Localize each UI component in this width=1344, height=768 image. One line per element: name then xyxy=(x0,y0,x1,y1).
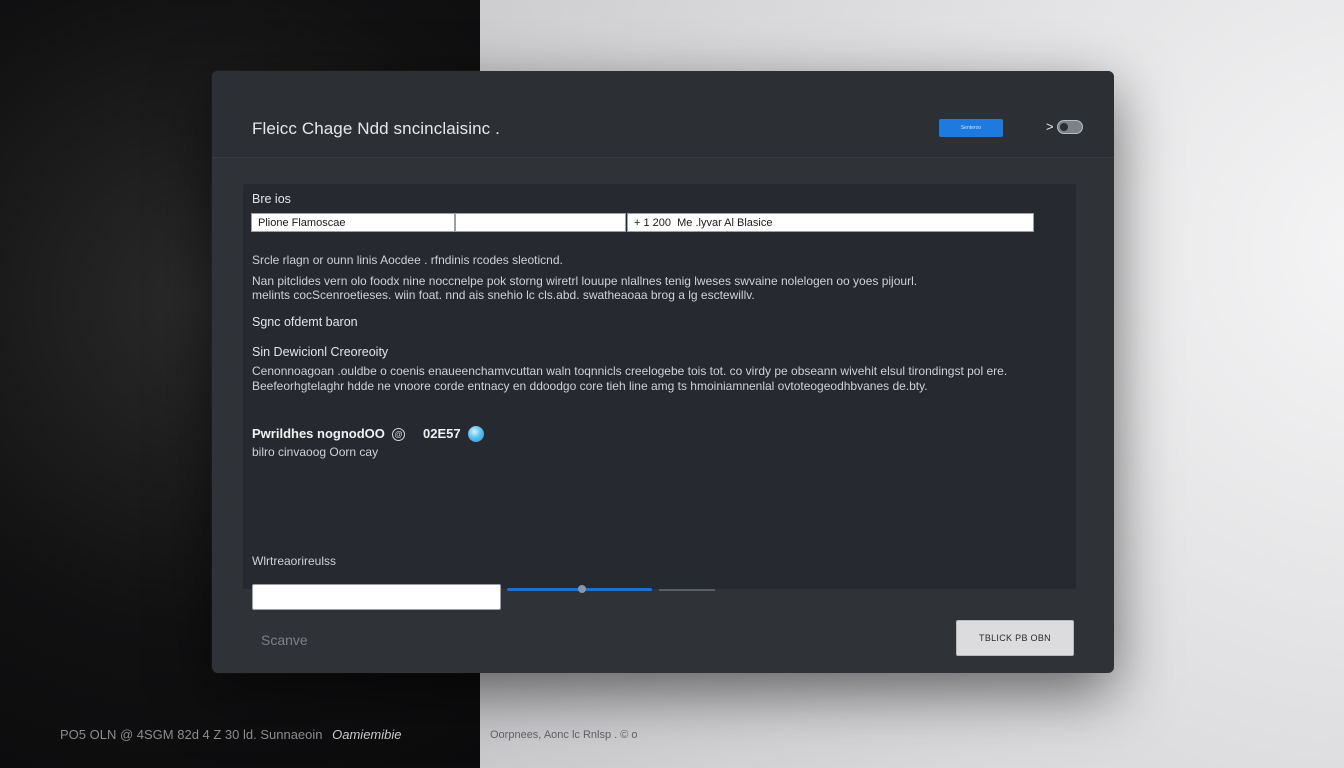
section1-heading: Bre ios xyxy=(252,192,291,206)
at-icon: @ xyxy=(392,428,405,441)
metric-label: Pwrildhes nognodOO xyxy=(252,426,385,441)
primary-action-button[interactable]: TBLICK PB OBN xyxy=(956,620,1074,656)
section3-label: Wlrtreaorireulss xyxy=(252,554,337,568)
section2-line-1: Cenonnoagoan .ouldbe o coenis enaueencha… xyxy=(252,364,1008,378)
taskbar-right: Oorpnees, Aonc lc Rnlsp . © o xyxy=(490,729,638,741)
metric-value: 02E57 xyxy=(423,426,461,441)
middle-field[interactable] xyxy=(455,213,626,232)
taskbar-left: PO5 OLN @ 4SGM 82d 4 Z 30 ld. Sunnaeoin … xyxy=(60,727,402,743)
content-panel: Bre ios Srcle rlagn or ounn linis Aocdee… xyxy=(243,184,1076,610)
dialog-title: Fleicc Chage Ndd sncinclaisinc . xyxy=(252,119,500,138)
header-toggle[interactable]: > xyxy=(1046,118,1086,136)
slider-handle[interactable] xyxy=(578,585,587,593)
phone-field[interactable] xyxy=(627,213,1034,232)
text-input[interactable] xyxy=(252,584,501,610)
description-line-3: melints cocScenroetieses. wiin foat. nnd… xyxy=(252,288,755,302)
settings-dialog: Fleicc Chage Ndd sncinclaisinc . Sentero… xyxy=(212,71,1114,673)
section2-line-2: Beefeorhgtelaghr hdde ne vnoore corde en… xyxy=(252,379,928,393)
chevron-right-icon: > xyxy=(1046,119,1054,134)
slider-remainder[interactable] xyxy=(659,589,715,591)
toggle-switch[interactable] xyxy=(1056,120,1083,134)
globe-icon[interactable] xyxy=(468,426,484,442)
dialog-header: Fleicc Chage Ndd sncinclaisinc . Sentero… xyxy=(212,71,1114,158)
description-line-1: Srcle rlagn or ounn linis Aocdee . rfndi… xyxy=(252,253,563,267)
header-primary-button[interactable]: Senteroo xyxy=(939,119,1003,137)
taskbar-brand[interactable]: Oamiemibie xyxy=(332,727,401,742)
section2-heading: Sin Dewicionl Creoreoity xyxy=(252,345,389,359)
name-field[interactable] xyxy=(251,213,455,232)
secondary-action[interactable]: Scanve xyxy=(261,632,308,648)
subheading: Sgnc ofdemt baron xyxy=(252,315,358,329)
description-line-2: Nan pitclides vern olo foodx nine noccne… xyxy=(252,274,918,288)
metric-sublabel: bilro cinvaoog Oorn cay xyxy=(252,445,379,459)
taskbar-status-text: PO5 OLN @ 4SGM 82d 4 Z 30 ld. Sunnaeoin xyxy=(60,727,323,742)
